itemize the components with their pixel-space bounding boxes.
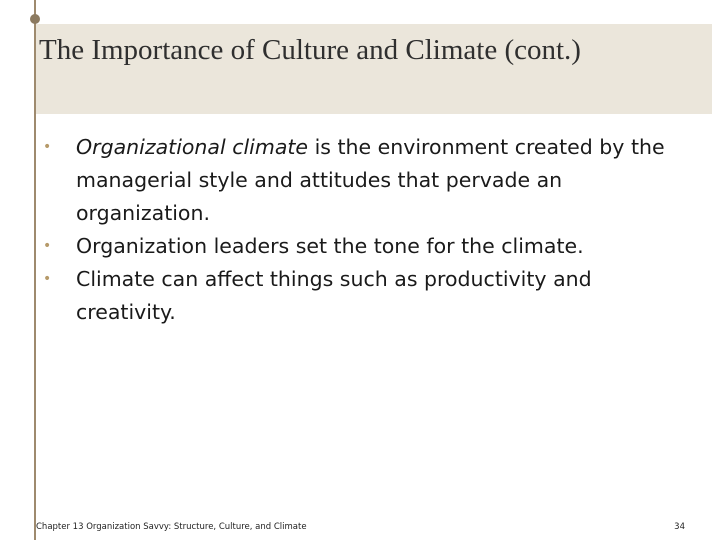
bullet-icon: • bbox=[43, 271, 52, 287]
bullet-icon: • bbox=[43, 238, 52, 254]
bullet-item-2: • Organization leaders set the tone for t… bbox=[36, 230, 676, 263]
bullet-text: Organization leaders set the tone for th… bbox=[76, 234, 584, 258]
page-number: 34 bbox=[674, 522, 685, 532]
bullet-item-1: • Organizational climate is the environme… bbox=[36, 131, 676, 230]
bullet-list: • Organizational climate is the environme… bbox=[36, 131, 676, 329]
bullet-icon: • bbox=[43, 139, 52, 155]
footer-chapter: Chapter 13 Organization Savvy: Structure… bbox=[36, 522, 307, 532]
slide: The Importance of Culture and Climate (c… bbox=[0, 0, 720, 540]
bullet-item-3: • Climate can affect things such as produ… bbox=[36, 263, 676, 329]
accent-dot bbox=[30, 14, 40, 24]
slide-title: The Importance of Culture and Climate (c… bbox=[39, 34, 581, 66]
bullet-text: Climate can affect things such as produc… bbox=[76, 267, 592, 324]
bullet-emphasis: Organizational climate bbox=[76, 135, 309, 159]
